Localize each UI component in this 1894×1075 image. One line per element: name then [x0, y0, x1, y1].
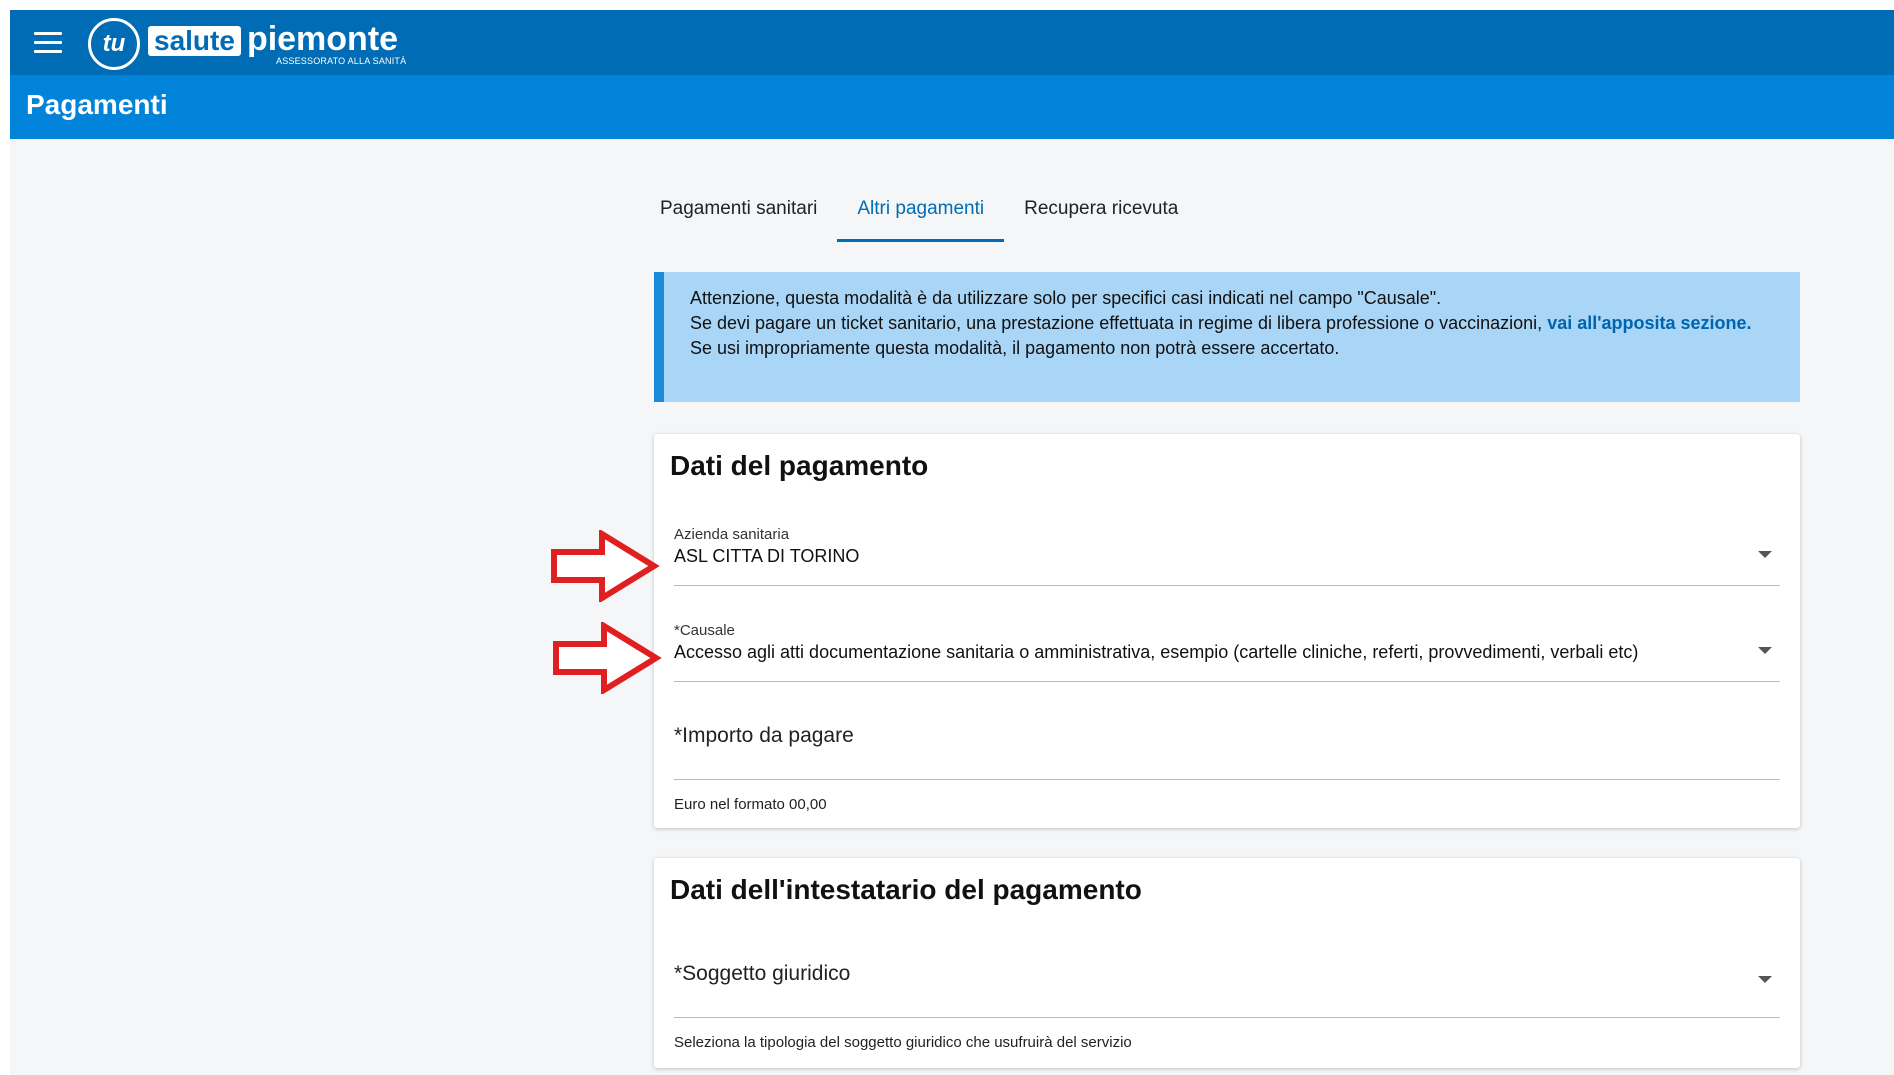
info-line-2: Se devi pagare un ticket sanitario, una …: [690, 313, 1752, 333]
causale-label: *Causale: [674, 622, 735, 639]
causale-select[interactable]: *Causale Accesso agli atti documentazion…: [674, 622, 1780, 682]
tab-bar: Pagamenti sanitari Altri pagamenti Recup…: [640, 178, 1198, 242]
info-alert: Attenzione, questa modalità è da utilizz…: [654, 272, 1800, 402]
logo-piemonte-text: piemonte: [246, 19, 399, 58]
azienda-label: Azienda sanitaria: [674, 526, 790, 543]
tab-recupera-ricevuta[interactable]: Recupera ricevuta: [1004, 178, 1198, 242]
importo-label: *Importo da pagare: [674, 724, 854, 747]
app-frame: tu salute piemonte ASSESSORATO ALLA SANI…: [10, 10, 1894, 1075]
menu-icon[interactable]: [34, 32, 62, 54]
chevron-down-icon[interactable]: [1758, 551, 1772, 558]
importo-hint: Euro nel formato 00,00: [674, 796, 827, 813]
holder-card-title: Dati dell'intestatario del pagamento: [670, 874, 1142, 905]
holder-data-card: Dati dell'intestatario del pagamento *So…: [654, 858, 1800, 1068]
soggetto-label: *Soggetto giuridico: [674, 962, 851, 985]
page-title: Pagamenti: [26, 89, 168, 120]
logo-tu-mark: tu: [88, 18, 140, 70]
importo-input[interactable]: *Importo da pagare: [674, 724, 1780, 780]
logo-salute-text: salute: [148, 25, 241, 56]
azienda-sanitaria-select[interactable]: Azienda sanitaria ASL CITTA DI TORINO: [674, 526, 1780, 586]
logo-subtitle: ASSESSORATO ALLA SANITÀ: [276, 55, 407, 66]
causale-value: Accesso agli atti documentazione sanitar…: [674, 642, 1639, 662]
chevron-down-icon[interactable]: [1758, 976, 1772, 983]
red-arrow-icon: [551, 530, 660, 602]
info-line-3: Se usi impropriamente questa modalità, i…: [690, 338, 1340, 358]
tab-altri-pagamenti[interactable]: Altri pagamenti: [837, 178, 1005, 242]
top-header: tu salute piemonte ASSESSORATO ALLA SANI…: [10, 10, 1894, 75]
chevron-down-icon[interactable]: [1758, 647, 1772, 654]
soggetto-hint: Seleziona la tipologia del soggetto giur…: [674, 1034, 1132, 1051]
title-bar: Pagamenti: [10, 75, 1894, 139]
salute-piemonte-logo[interactable]: tu salute piemonte ASSESSORATO ALLA SANI…: [88, 16, 406, 72]
azienda-value: ASL CITTA DI TORINO: [674, 546, 860, 566]
soggetto-giuridico-select[interactable]: *Soggetto giuridico: [674, 962, 1780, 1018]
tab-pagamenti-sanitari[interactable]: Pagamenti sanitari: [640, 178, 837, 242]
payment-data-card: Dati del pagamento Azienda sanitaria ASL…: [654, 434, 1800, 828]
apposita-sezione-link[interactable]: vai all'apposita sezione.: [1547, 313, 1751, 333]
payment-card-title: Dati del pagamento: [670, 450, 929, 481]
info-line-1: Attenzione, questa modalità è da utilizz…: [690, 288, 1442, 308]
red-arrow-icon: [553, 622, 662, 694]
